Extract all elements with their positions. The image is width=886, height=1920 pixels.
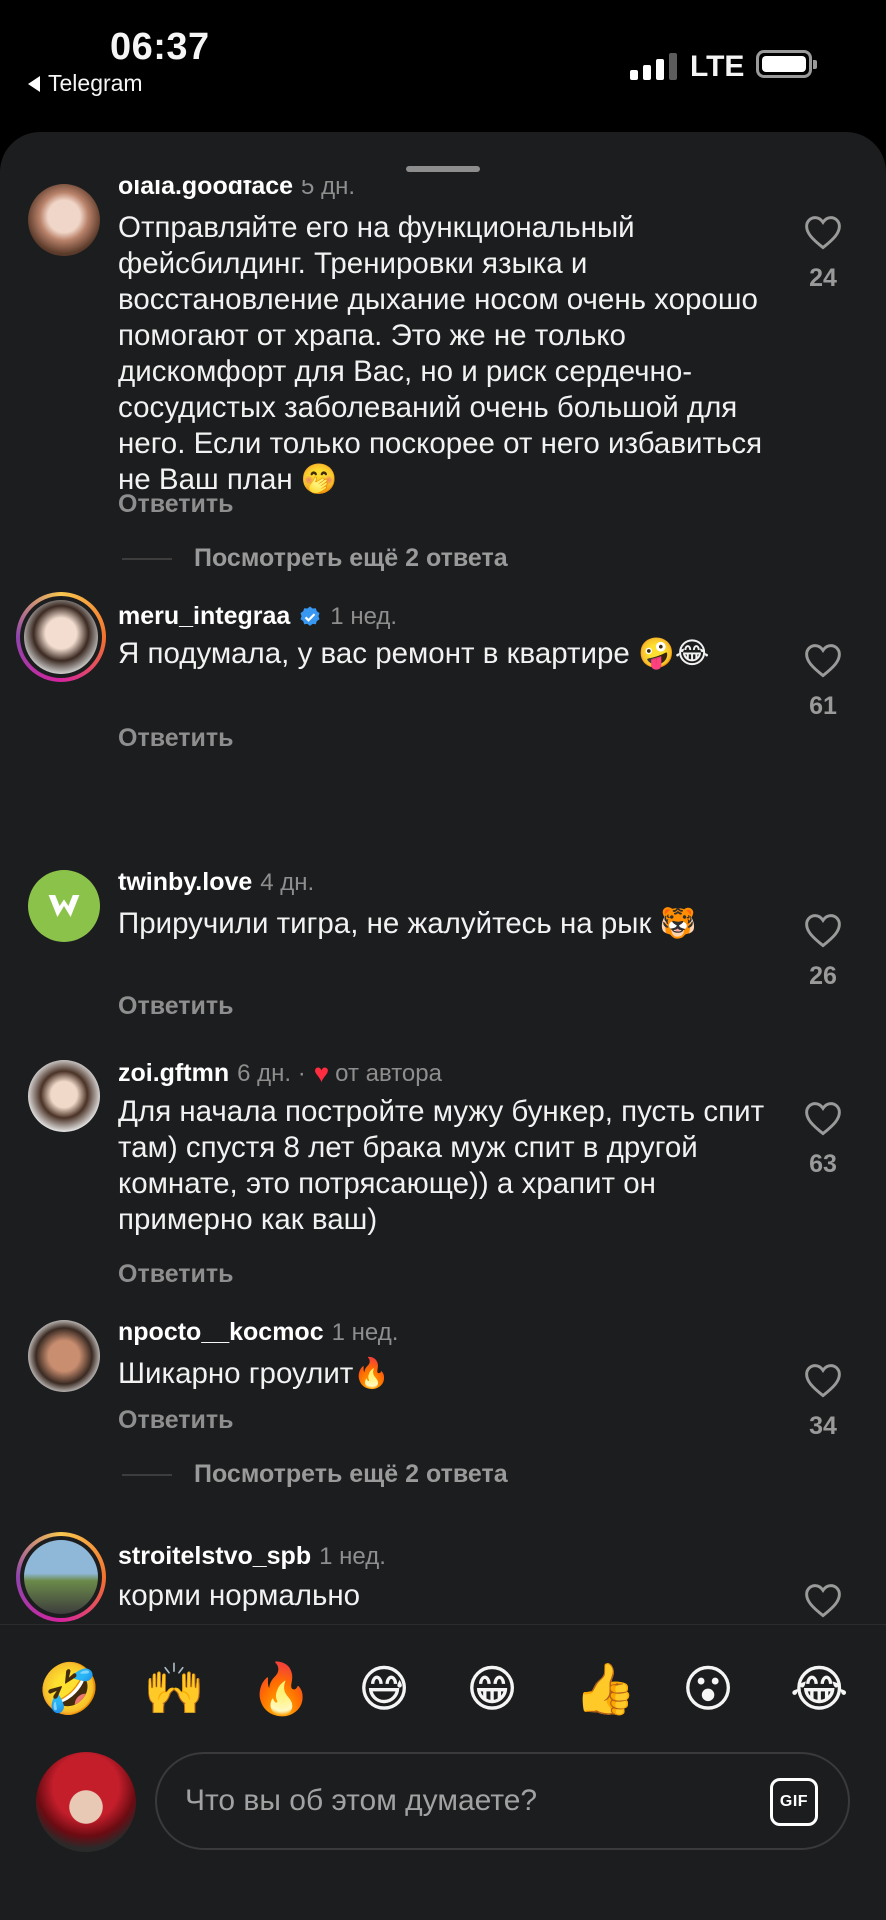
emoji-sweat-smile-button[interactable]: 😅 bbox=[358, 1661, 410, 1717]
emoji-thumbs-up-button[interactable]: 👍 bbox=[574, 1661, 636, 1717]
emoji-grin-button[interactable]: 😁 bbox=[466, 1661, 518, 1717]
comment-age: 5 дн. bbox=[301, 180, 355, 200]
avatar-story-ring[interactable] bbox=[16, 1532, 106, 1622]
comment-age: 1 нед. bbox=[330, 602, 398, 630]
comment-composer: Что вы об этом думаете? GIF bbox=[0, 1732, 886, 1920]
avatar bbox=[24, 600, 98, 674]
like-count: 26 bbox=[809, 962, 837, 990]
avatar[interactable] bbox=[28, 1060, 100, 1132]
comment-input[interactable]: Что вы об этом думаете? GIF bbox=[155, 1752, 850, 1850]
reply-button[interactable]: Ответить bbox=[118, 490, 234, 519]
comment-header: meru_integraa 1 нед. bbox=[118, 602, 397, 631]
avatar[interactable] bbox=[28, 184, 100, 256]
username[interactable]: meru_integraa bbox=[118, 602, 290, 631]
like-group: 61 bbox=[788, 642, 858, 721]
heart-icon[interactable] bbox=[803, 1362, 843, 1398]
comment-header: zoi.gftmn 6 дн. · ♥ от автора bbox=[118, 1058, 442, 1089]
comment-text: Приручили тигра, не жалуйтесь на рык 🐯 bbox=[118, 907, 697, 940]
view-more-label: Посмотреть ещё 2 ответа bbox=[194, 544, 508, 572]
comments-sheet: olala.goodface 5 дн. Отправляйте его на … bbox=[0, 132, 886, 1920]
view-more-replies[interactable]: Посмотреть ещё 2 ответа bbox=[122, 544, 508, 573]
emoji-fire-button[interactable]: 🔥 bbox=[250, 1661, 312, 1717]
comment-header: npocto__kocmoc 1 нед. bbox=[118, 1318, 398, 1347]
twinby-logo-icon bbox=[48, 895, 80, 917]
view-more-label: Посмотреть ещё 2 ответа bbox=[194, 1460, 508, 1488]
avatar[interactable] bbox=[28, 1320, 100, 1392]
heart-icon[interactable] bbox=[803, 642, 843, 678]
comment-age: 4 дн. bbox=[260, 868, 315, 896]
comment-input-placeholder: Что вы об этом думаете? bbox=[185, 1784, 538, 1817]
like-count: 63 bbox=[809, 1150, 837, 1178]
status-bar: 06:37 Telegram LTE bbox=[0, 0, 886, 130]
like-count: 34 bbox=[809, 1412, 837, 1440]
comment-age: 1 нед. bbox=[319, 1542, 386, 1570]
emoji-raised-hands-button[interactable]: 🙌 bbox=[143, 1661, 205, 1717]
username[interactable]: npocto__kocmoc bbox=[118, 1318, 324, 1347]
comment-text: корми нормально bbox=[118, 1579, 361, 1612]
like-count: 61 bbox=[809, 692, 837, 720]
username[interactable]: twinby.love bbox=[118, 868, 252, 897]
verified-badge-icon bbox=[300, 606, 320, 626]
emoji-open-mouth-button[interactable]: 😮 bbox=[682, 1661, 734, 1717]
emoji-rofl-button[interactable]: 🤣 bbox=[38, 1661, 100, 1717]
view-more-replies[interactable]: Посмотреть ещё 2 ответа bbox=[122, 1460, 508, 1489]
username[interactable]: stroitelstvo_spb bbox=[118, 1542, 311, 1571]
back-arrow-icon bbox=[28, 75, 40, 92]
divider-line bbox=[122, 557, 172, 560]
reply-button[interactable]: Ответить bbox=[118, 992, 234, 1021]
username[interactable]: zoi.gftmn bbox=[118, 1059, 229, 1088]
comment-header: olala.goodface 5 дн. bbox=[118, 180, 355, 201]
reply-button[interactable]: Ответить bbox=[118, 724, 234, 753]
comment-header: twinby.love 4 дн. bbox=[118, 868, 314, 897]
like-group: 24 bbox=[788, 214, 858, 293]
comment-text: Я подумала, у вас ремонт в квартире 🤪😂 bbox=[118, 637, 710, 670]
battery-icon bbox=[756, 50, 817, 78]
comment-header: stroitelstvo_spb 1 нед. bbox=[118, 1542, 386, 1571]
composer-divider bbox=[0, 1624, 886, 1625]
back-app-label: Telegram bbox=[48, 70, 143, 96]
comment-text: Отправляйте его на функциональный фейсби… bbox=[118, 211, 763, 496]
status-time: 06:37 bbox=[110, 26, 210, 68]
comments-list[interactable]: olala.goodface 5 дн. Отправляйте его на … bbox=[0, 180, 886, 1624]
heart-icon[interactable] bbox=[803, 912, 843, 948]
reply-button[interactable]: Ответить bbox=[118, 1406, 234, 1435]
avatar bbox=[24, 1540, 98, 1614]
network-label: LTE bbox=[690, 50, 745, 83]
signal-icon bbox=[630, 52, 677, 80]
avatar[interactable] bbox=[28, 870, 100, 942]
gif-button[interactable]: GIF bbox=[770, 1778, 818, 1826]
like-group: 63 bbox=[788, 1100, 858, 1179]
comment-age: 1 нед. bbox=[331, 1318, 399, 1346]
sheet-grabber[interactable] bbox=[406, 166, 480, 172]
reply-button[interactable]: Ответить bbox=[118, 1260, 234, 1289]
like-count: 24 bbox=[809, 264, 837, 292]
emoji-joy-button[interactable]: 😂 bbox=[790, 1661, 848, 1717]
avatar-story-ring[interactable] bbox=[16, 592, 106, 682]
comment-age: 6 дн. · bbox=[237, 1059, 306, 1087]
username[interactable]: olala.goodface bbox=[118, 180, 293, 201]
comment-text: Шикарно гроулит🔥 bbox=[118, 1357, 391, 1390]
author-liked-icon: ♥ bbox=[313, 1058, 330, 1088]
like-group: 26 bbox=[788, 912, 858, 991]
heart-icon[interactable] bbox=[803, 1100, 843, 1136]
comment-text: Для начала постройте мужу бункер, пусть … bbox=[118, 1095, 765, 1236]
back-to-telegram[interactable]: Telegram bbox=[28, 70, 143, 97]
heart-icon[interactable] bbox=[803, 214, 843, 250]
quick-emoji-bar: 🤣 🙌 🔥 😅 😁 👍 😮 😂 bbox=[0, 1637, 886, 1737]
like-group bbox=[788, 1582, 858, 1618]
current-user-avatar bbox=[36, 1752, 136, 1852]
heart-icon[interactable] bbox=[803, 1582, 843, 1618]
like-group: 34 bbox=[788, 1362, 858, 1441]
divider-line bbox=[122, 1473, 172, 1476]
author-like-label: от автора bbox=[335, 1059, 442, 1087]
